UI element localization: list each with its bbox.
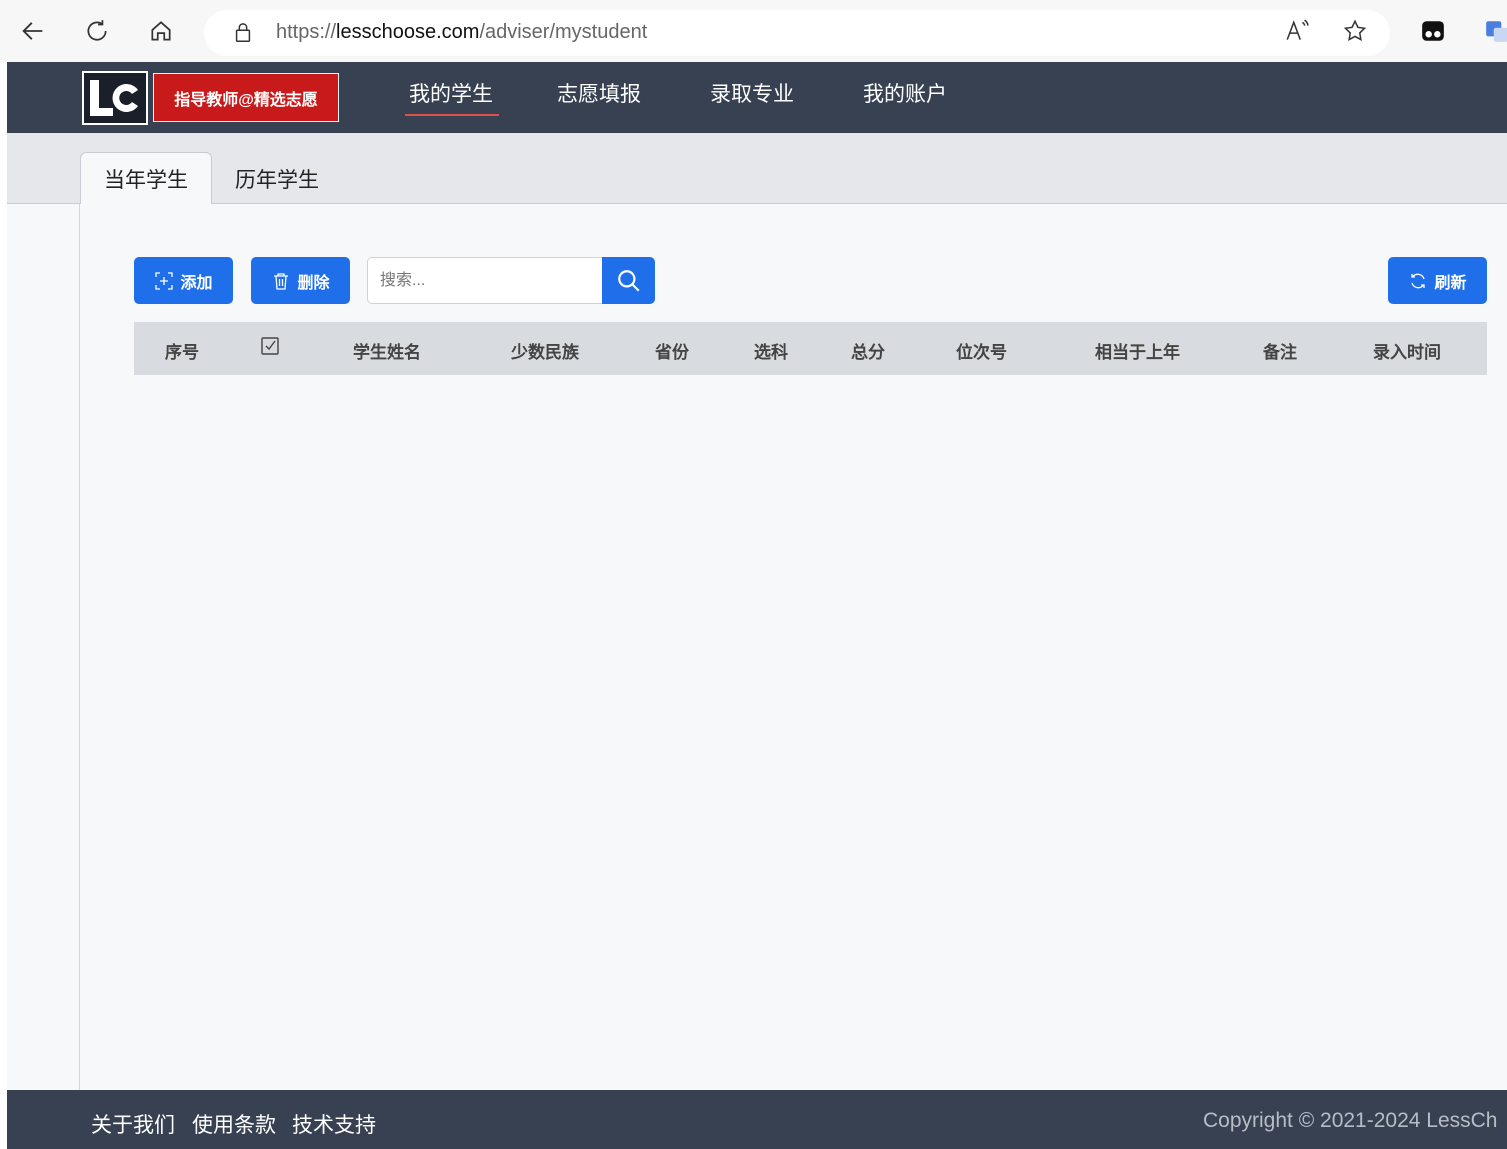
search-box xyxy=(367,257,656,304)
back-arrow-icon[interactable] xyxy=(18,16,48,46)
read-aloud-icon[interactable] xyxy=(1282,16,1312,46)
footer-link-terms[interactable]: 使用条款 xyxy=(192,1109,276,1139)
select-all-checkbox-icon[interactable] xyxy=(260,336,280,361)
logo[interactable] xyxy=(82,71,148,125)
footer: 关于我们 使用条款 技术支持 Copyright © 2021-2024 Les… xyxy=(7,1090,1507,1149)
column-header-notes[interactable]: 备注 xyxy=(1263,338,1297,363)
address-bar[interactable]: https://lesschoose.com/adviser/mystudent xyxy=(204,10,1390,56)
tab-current-year-students[interactable]: 当年学生 xyxy=(80,152,212,205)
left-gutter xyxy=(7,204,80,1090)
column-header-student-name[interactable]: 学生姓名 xyxy=(353,338,421,363)
column-header-entry-time[interactable]: 录入时间 xyxy=(1373,338,1441,363)
delete-button[interactable]: 删除 xyxy=(251,257,350,304)
url-text: https://lesschoose.com/adviser/mystudent xyxy=(276,21,648,43)
add-icon xyxy=(155,271,174,290)
reload-icon[interactable] xyxy=(82,16,112,46)
top-navigation: 指导教师@精选志愿 我的学生 志愿填报 录取专业 我的账户 xyxy=(7,62,1507,133)
delete-label: 删除 xyxy=(297,274,330,292)
column-header-ethnic-minority[interactable]: 少数民族 xyxy=(511,338,579,363)
refresh-label: 刷新 xyxy=(1434,274,1467,292)
column-header-index[interactable]: 序号 xyxy=(165,338,199,363)
column-header-total-score[interactable]: 总分 xyxy=(851,338,885,363)
refresh-button[interactable]: 刷新 xyxy=(1388,257,1487,304)
search-button[interactable] xyxy=(602,257,655,304)
add-label: 添加 xyxy=(180,274,213,292)
browser-toolbar: https://lesschoose.com/adviser/mystudent xyxy=(0,0,1507,62)
tab-past-year-students[interactable]: 历年学生 xyxy=(212,152,342,205)
extension-icon[interactable] xyxy=(1418,16,1448,46)
nav-my-account[interactable]: 我的账户 xyxy=(863,78,947,114)
role-badge: 指导教师@精选志愿 xyxy=(153,73,339,122)
column-header-province[interactable]: 省份 xyxy=(655,338,689,363)
table-header: 序号 学生姓名 少数民族 省份 选科 总分 位次号 相当于上年 备注 录入时间 xyxy=(134,322,1487,375)
add-button[interactable]: 添加 xyxy=(134,257,233,304)
nav-my-students[interactable]: 我的学生 xyxy=(405,78,499,116)
column-header-rank[interactable]: 位次号 xyxy=(956,338,1007,363)
column-header-prev-year-equivalent[interactable]: 相当于上年 xyxy=(1095,338,1180,363)
footer-link-about-us[interactable]: 关于我们 xyxy=(91,1109,175,1139)
translate-icon[interactable] xyxy=(1482,16,1507,46)
tabs-bar: 当年学生 历年学生 xyxy=(7,133,1507,205)
footer-link-support[interactable]: 技术支持 xyxy=(292,1109,376,1139)
trash-icon xyxy=(274,272,289,290)
home-icon[interactable] xyxy=(146,16,176,46)
nav-application[interactable]: 志愿填报 xyxy=(557,78,641,114)
search-icon xyxy=(617,269,640,292)
search-input[interactable] xyxy=(367,257,603,304)
favorite-star-icon[interactable] xyxy=(1340,16,1370,46)
nav-admission-majors[interactable]: 录取专业 xyxy=(710,78,794,114)
copyright-text: Copyright © 2021-2024 LessCh xyxy=(1203,1109,1498,1132)
refresh-icon xyxy=(1411,273,1426,288)
lock-icon xyxy=(228,18,258,48)
main-content: 添加 删除 刷新 序号 学生姓名 少数民族 省份 选科 总分 位次号 相当于上年 xyxy=(7,204,1507,1090)
column-header-subjects[interactable]: 选科 xyxy=(754,338,788,363)
